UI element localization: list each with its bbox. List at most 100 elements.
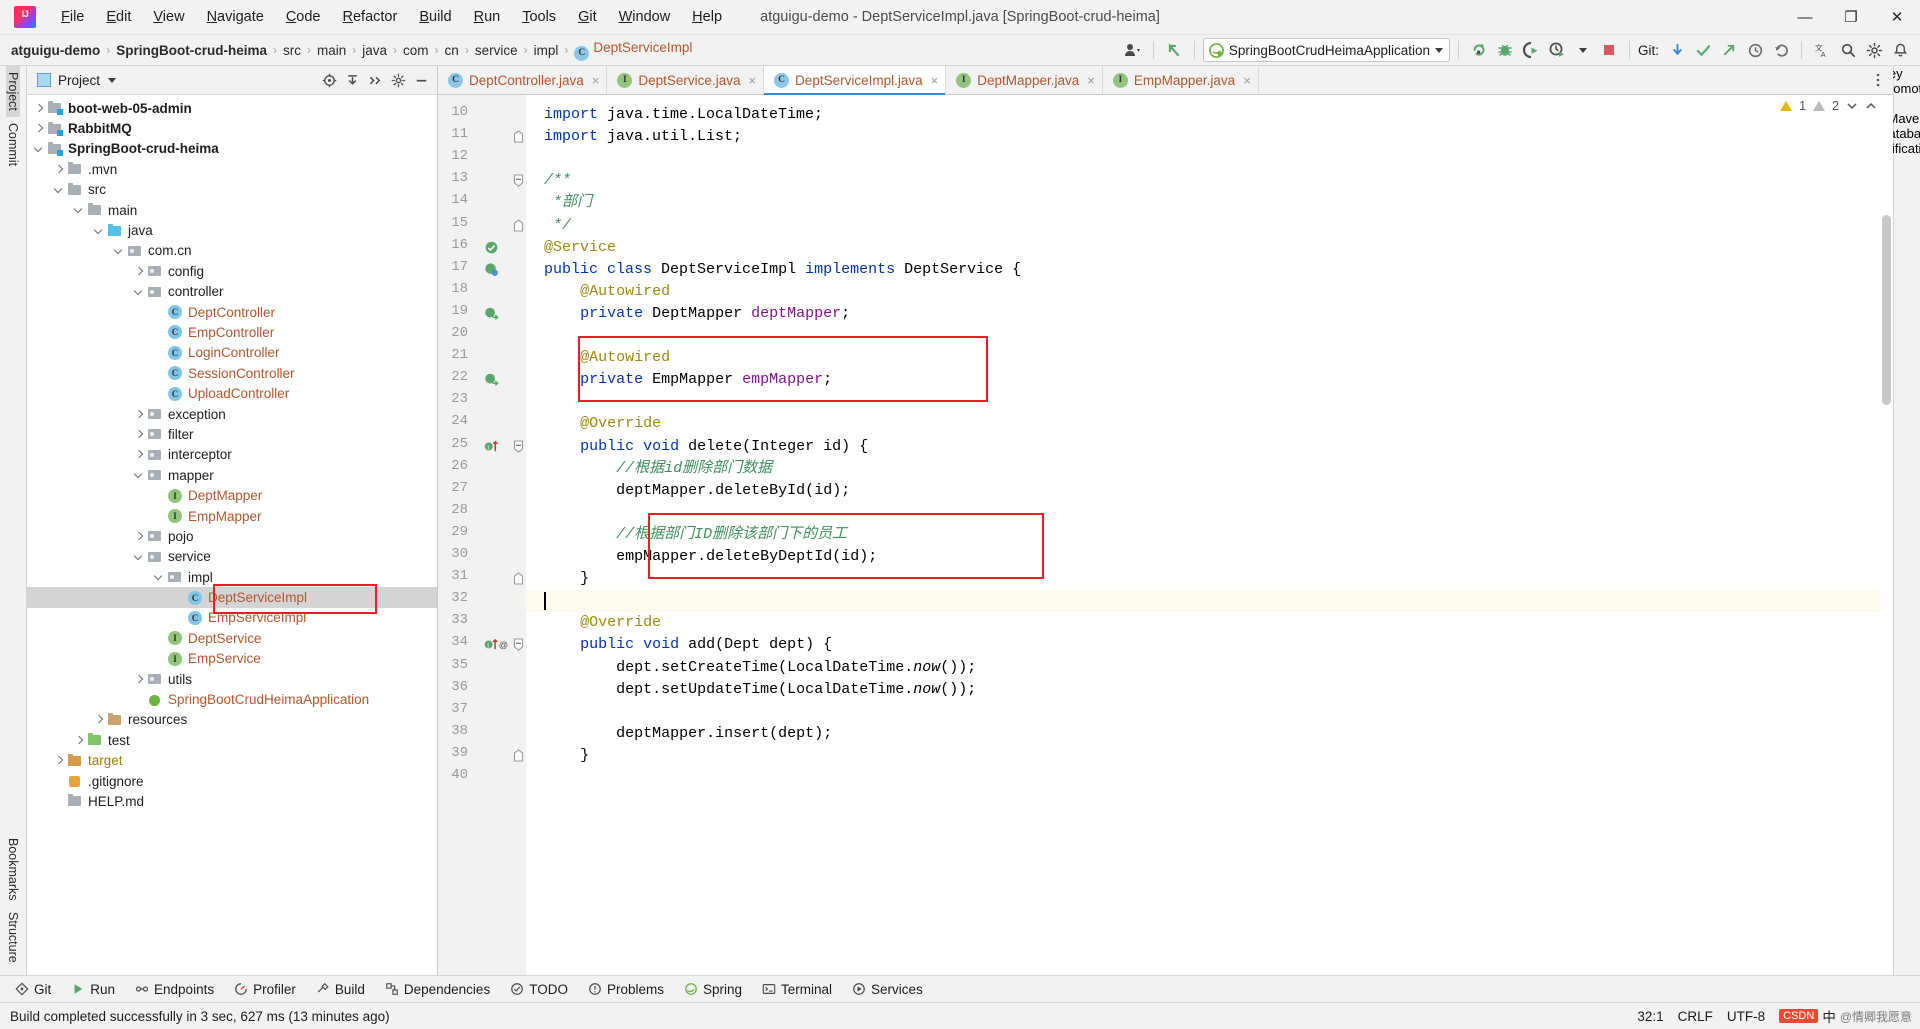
code-content[interactable]: import java.time.LocalDateTime; import ja… [526,95,1893,975]
tree-node-main[interactable]: main [27,200,437,220]
close-button[interactable]: ✕ [1874,0,1920,34]
chevron-right-icon[interactable] [133,408,145,420]
chevron-right-icon[interactable] [133,449,145,461]
breadcrumb-item-java[interactable]: java [357,41,392,60]
menu-refactor[interactable]: Refactor [332,4,409,30]
chevron-down-icon[interactable] [113,245,125,257]
fold-start-icon[interactable] [513,638,524,652]
tree-node-deptserviceimpl[interactable]: DeptServiceImpl [27,587,437,608]
tree-node-springboot-crud-heima[interactable]: SpringBoot-crud-heima [27,139,437,159]
breadcrumb-item-main[interactable]: main [312,41,351,60]
menu-help[interactable]: Help [681,4,733,30]
menu-code[interactable]: Code [275,4,332,30]
maximize-button[interactable]: ❐ [1828,0,1874,34]
tree-node-boot-web-05-admin[interactable]: boot-web-05-admin [27,98,437,118]
hide-icon[interactable] [411,70,431,90]
bottom-tool-dependencies[interactable]: Dependencies [376,980,499,999]
bottom-tool-terminal[interactable]: Terminal [753,980,841,999]
rail-item-commit[interactable]: Commit [6,117,20,172]
minimize-button[interactable]: — [1782,0,1828,34]
fold-end-icon[interactable] [513,218,524,232]
breadcrumb-item-com[interactable]: com [398,41,434,60]
tree-node-filter[interactable]: filter [27,424,437,444]
chevron-right-icon[interactable] [53,755,65,767]
breadcrumb-item-project[interactable]: atguigu-demo [6,41,105,60]
tree-node-pojo[interactable]: pojo [27,526,437,546]
notifications-icon[interactable] [1888,38,1912,62]
chevron-right-icon[interactable] [133,673,145,685]
tree-node-empcontroller[interactable]: EmpController [27,322,437,342]
chevron-right-icon[interactable] [53,163,65,175]
code-editor[interactable]: 10 11 12 13 14 15 16 17 18 19 20 21 22 23 24 25 I 26 27 28 2… [438,95,1893,975]
tree-node-java[interactable]: java [27,220,437,240]
tree-node-service[interactable]: service [27,547,437,567]
tree-node-config[interactable]: config [27,261,437,281]
tree-node--mvn[interactable]: .mvn [27,159,437,179]
bottom-tool-spring[interactable]: Spring [675,980,751,999]
file-encoding[interactable]: UTF-8 [1727,1009,1765,1024]
bottom-tool-build[interactable]: Build [307,980,374,999]
gutter-override-up-icon[interactable]: I [484,439,501,454]
stop-icon[interactable] [1597,38,1621,62]
menu-view[interactable]: View [142,4,195,30]
chevron-down-icon[interactable] [108,77,117,83]
tree-node-controller[interactable]: controller [27,282,437,302]
editor-tab-empmapper[interactable]: I EmpMapper.java × [1102,66,1259,94]
chevron-right-icon[interactable] [73,734,85,746]
tree-node-com-cn[interactable]: com.cn [27,241,437,261]
tree-node-deptcontroller[interactable]: DeptController [27,302,437,322]
menu-edit[interactable]: Edit [95,4,142,30]
rail-item-project[interactable]: Project [6,66,20,117]
locate-icon[interactable] [319,70,339,90]
tree-node-logincontroller[interactable]: LoginController [27,343,437,363]
undo-icon[interactable] [1162,38,1186,62]
debug-icon[interactable] [1493,38,1517,62]
tree-node-deptservice[interactable]: DeptService [27,628,437,648]
editor-tab-deptmapper[interactable]: I DeptMapper.java × [946,66,1103,94]
tree-node-exception[interactable]: exception [27,404,437,424]
close-icon[interactable]: × [1087,73,1095,88]
bottom-tool-run[interactable]: Run [62,980,124,999]
tree-node-rabbitmq[interactable]: RabbitMQ [27,118,437,138]
tree-node-help-md[interactable]: HELP.md [27,791,437,811]
editor-tab-deptservice[interactable]: I DeptService.java × [607,66,765,94]
chevron-down-icon[interactable] [33,143,45,155]
gutter-override-at-icon[interactable]: I @ [484,637,508,652]
gutter-bean-arrow-icon[interactable] [484,306,500,321]
gear-icon[interactable] [388,70,408,90]
run-with-coverage-icon[interactable] [1519,38,1543,62]
tree-node-uploadcontroller[interactable]: UploadController [27,383,437,403]
tree-node--gitignore[interactable]: .gitignore [27,771,437,791]
chevron-down-icon[interactable] [153,571,165,583]
fold-end-icon[interactable] [513,572,524,585]
breadcrumb-item-impl[interactable]: impl [529,41,564,60]
menu-file[interactable]: File [50,4,95,30]
chevron-down-icon[interactable] [133,286,145,298]
fold-start-icon[interactable] [513,439,524,453]
editor-vertical-scrollbar[interactable] [1880,95,1893,975]
chevron-right-icon[interactable] [33,123,45,135]
menu-window[interactable]: Window [608,4,682,30]
user-avatar-icon[interactable] [1121,38,1145,62]
chevron-right-icon[interactable] [33,102,45,114]
fold-end-icon[interactable] [513,749,524,762]
close-icon[interactable]: × [592,73,600,88]
breadcrumb-item-cn[interactable]: cn [440,41,464,60]
close-icon[interactable]: × [1243,73,1251,88]
fold-start-icon[interactable] [513,174,524,187]
rerun-icon[interactable] [1467,38,1491,62]
chevron-right-icon[interactable] [133,530,145,542]
fold-column[interactable] [512,95,526,975]
bottom-tool-todo[interactable]: TODO [501,980,577,999]
settings-icon[interactable] [1862,38,1886,62]
bottom-tool-services[interactable]: Services [843,980,932,999]
chevron-down-icon[interactable] [133,551,145,563]
rail-item-bookmarks[interactable]: Bookmarks [6,832,20,907]
tree-node-mapper[interactable]: mapper [27,465,437,485]
caret-position[interactable]: 32:1 [1637,1009,1663,1024]
menu-navigate[interactable]: Navigate [196,4,275,30]
project-tree[interactable]: boot-web-05-admin RabbitMQ SpringBoot-crud… [27,95,437,975]
search-icon[interactable] [1836,38,1860,62]
breadcrumb-item-src[interactable]: src [278,41,306,60]
menu-git[interactable]: Git [567,4,608,30]
